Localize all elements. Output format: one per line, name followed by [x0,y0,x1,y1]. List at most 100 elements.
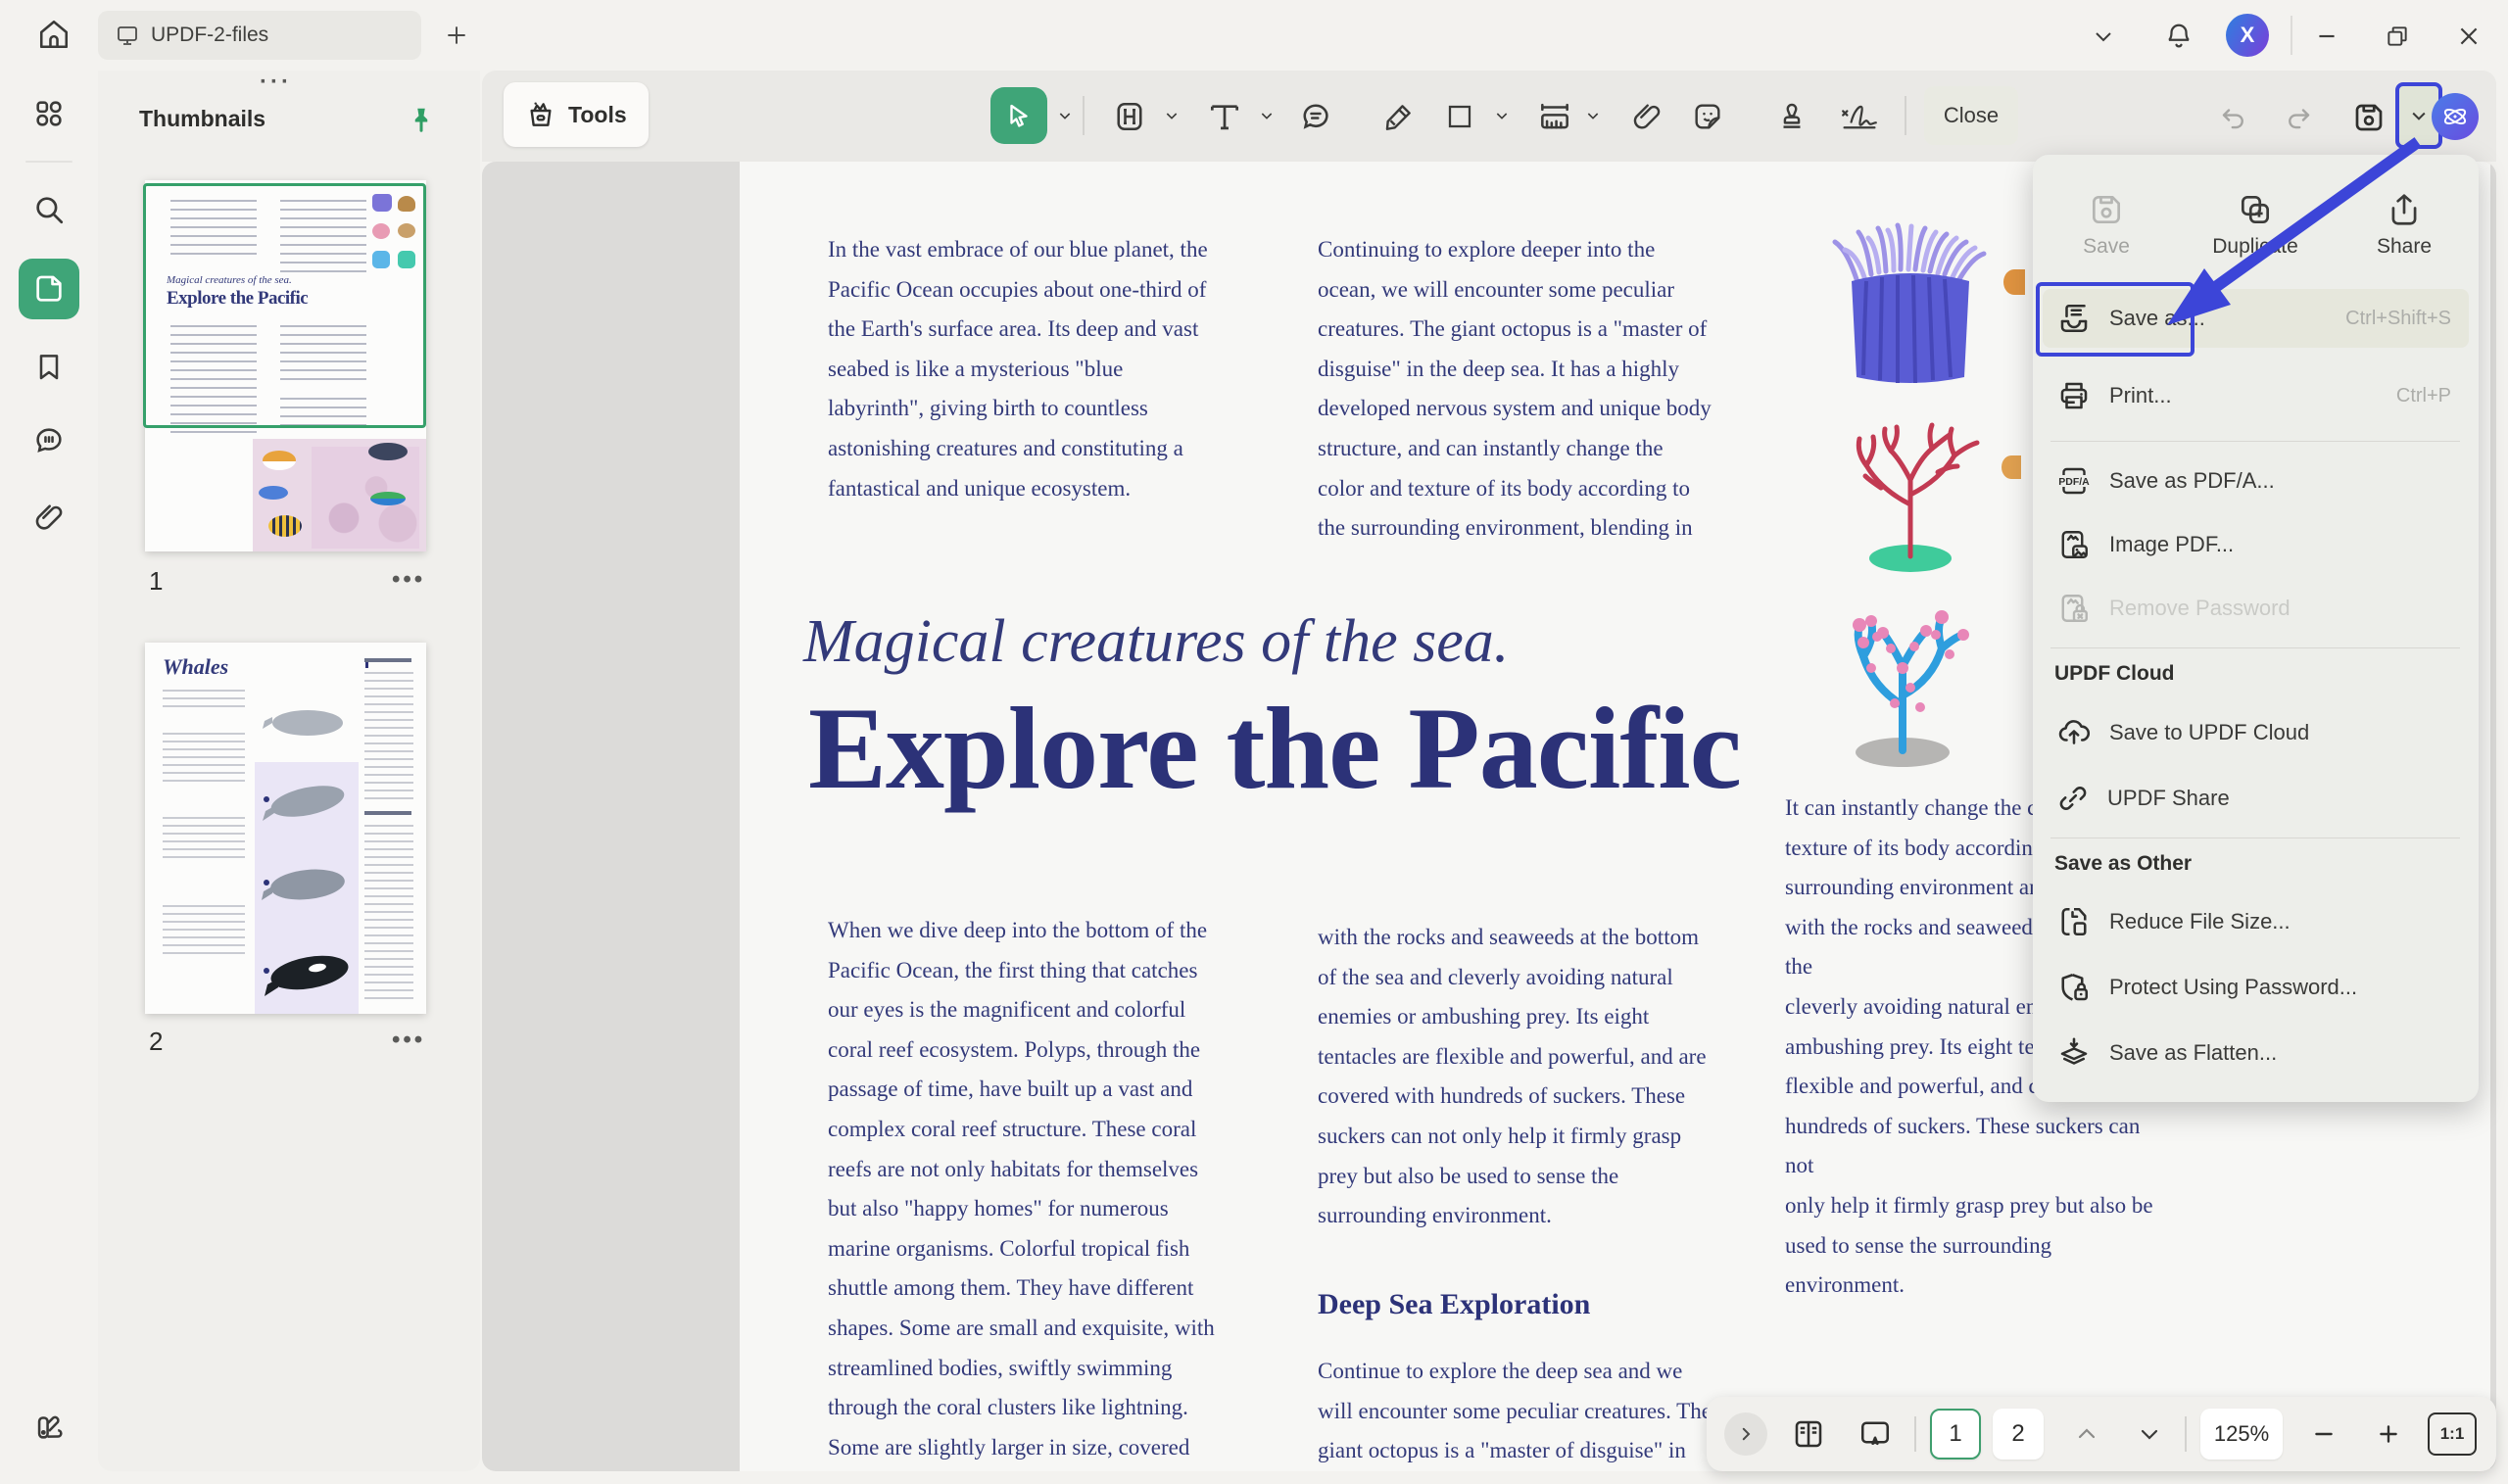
chevron-down-icon [1585,108,1601,123]
collapse-bar-button[interactable] [1724,1412,1767,1456]
minimize-button[interactable] [2304,16,2349,57]
sticker-tool-button[interactable] [1683,92,1732,141]
page-1-label: 1 [1949,1420,1961,1448]
pin-panel-button[interactable] [400,98,443,141]
highlight-tool-dropdown[interactable] [1160,104,1183,127]
highlight-tool-button[interactable] [1105,92,1154,141]
text-tool-dropdown[interactable] [1255,104,1278,127]
palette-swatch-icon [32,1410,66,1443]
menu-item-save-as-pdfa[interactable]: PDF/A Save as PDF/A... [2043,452,2469,510]
actual-size-button[interactable]: 1:1 [2428,1412,2477,1456]
new-tab-button[interactable] [437,16,476,55]
stamp-tool-button[interactable] [1767,92,1816,141]
sidebar-item-search[interactable] [22,182,76,237]
notifications-button[interactable] [2159,16,2198,57]
thumb1-options-button[interactable]: ••• [392,566,425,594]
thumbnail-page-1[interactable]: Magical creatures of the sea. Explore th… [145,180,426,551]
bottom-bar-separator [2185,1416,2187,1452]
document-tab[interactable]: UPDF-2-files [98,11,421,60]
close-window-button[interactable] [2445,16,2492,57]
measure-tool-button[interactable] [1528,92,1581,141]
tab-title: UPDF-2-files [151,24,268,47]
thumbnail-page-2[interactable]: Whales [145,643,426,1014]
select-tool-dropdown[interactable] [1053,104,1077,127]
sidebar-item-comments[interactable] [22,413,76,468]
menu-divider [2050,647,2460,648]
menu-item-label: UPDF Share [2107,786,2230,811]
sidebar-item-thumbnails[interactable] [19,259,79,319]
menu-item-print[interactable]: Print... Ctrl+P [2043,366,2469,425]
shapes-tool-dropdown[interactable] [1490,104,1514,127]
sidebar-item-menu[interactable] [22,86,76,141]
zoom-level-display[interactable]: 125% [2200,1409,2283,1460]
text-tool-button[interactable] [1200,92,1249,141]
panel-drag-handle[interactable]: ··· [260,69,292,96]
menu-item-save-as-flatten[interactable]: Save as Flatten... [2043,1024,2469,1082]
thumb2-options-button[interactable]: ••• [392,1027,425,1054]
reduce-size-icon [2056,904,2092,939]
pin-icon [407,105,436,134]
printer-icon [2056,378,2092,413]
menu-item-label: Save as PDF/A... [2109,468,2275,494]
next-page-button[interactable] [2128,1412,2171,1456]
cursor-icon [1004,101,1034,130]
select-tool-button[interactable] [990,87,1047,144]
menu-duplicate-action[interactable]: Duplicate [2196,184,2314,259]
sidebar-item-appearance[interactable] [22,1399,76,1454]
signature-tool-button[interactable] [1832,92,1887,141]
tools-button[interactable]: Tools [504,82,649,147]
menu-item-reduce-file-size[interactable]: Reduce File Size... [2043,892,2469,951]
thumb2-text-block [163,817,245,864]
zoom-out-button[interactable] [2302,1412,2345,1456]
reading-mode-button[interactable] [1785,1411,1832,1458]
close-toolbar-button[interactable]: Close [1924,86,2018,145]
zoom-in-button[interactable] [2367,1412,2410,1456]
restore-button[interactable] [2375,16,2420,57]
undo-button[interactable] [2212,96,2255,139]
svg-text:PDF/A: PDF/A [2058,476,2090,488]
titlebar-collapse-button[interactable] [2085,18,2122,55]
close-label: Close [1944,103,1999,128]
menu-item-protect-password[interactable]: Protect Using Password... [2043,958,2469,1017]
measure-tool-dropdown[interactable] [1581,104,1605,127]
page-2-button[interactable]: 2 [1993,1409,2044,1460]
pencil-tool-button[interactable] [1375,92,1423,141]
shapes-tool-button[interactable] [1435,92,1484,141]
menu-divider [2050,441,2460,442]
signature-icon [1839,98,1880,135]
presentation-icon [1857,1416,1893,1452]
sidebar-item-bookmarks[interactable] [22,339,76,394]
remove-password-icon [2056,591,2092,626]
menu-item-updf-share[interactable]: UPDF Share [2043,769,2469,828]
page-1-button[interactable]: 1 [1930,1409,1981,1460]
visible-area-indicator[interactable] [143,183,426,428]
menu-item-image-pdf[interactable]: Image PDF... [2043,515,2469,574]
doc-paragraph-col2-p2: with the rocks and seaweeds at the botto… [1318,918,1719,1236]
paperclip-icon [32,501,66,534]
previous-page-button[interactable] [2065,1412,2108,1456]
attach-tool-button[interactable] [1622,92,1671,141]
presentation-mode-button[interactable] [1852,1411,1899,1458]
home-button[interactable] [29,10,78,59]
thumb2-page-number: 2 [149,1027,163,1057]
ai-assistant-button[interactable] [2432,93,2479,140]
thumb1-reef-image [253,439,426,551]
menu-item-save-to-cloud[interactable]: Save to UPDF Cloud [2043,703,2469,762]
save-floppy-icon [2088,191,2125,228]
ai-logo-icon [2438,100,2472,133]
save-button[interactable] [2345,94,2392,141]
left-sidebar [0,71,98,1484]
redo-button[interactable] [2277,96,2320,139]
menu-item-remove-password: Remove Password [2043,579,2469,638]
thumb2-text-block [163,905,245,960]
chevron-down-icon [1057,108,1073,123]
menu-item-label: Image PDF... [2109,532,2234,557]
menu-item-label: Remove Password [2109,596,2291,621]
panel-title: Thumbnails [139,106,265,132]
menu-share-action[interactable]: Share [2345,184,2463,259]
comment-tool-button[interactable] [1291,92,1340,141]
speech-bubble-icon [1298,99,1333,134]
avatar[interactable]: X [2226,14,2269,57]
sidebar-item-attachments[interactable] [22,490,76,545]
menu-item-label: Save as Flatten... [2109,1040,2277,1066]
